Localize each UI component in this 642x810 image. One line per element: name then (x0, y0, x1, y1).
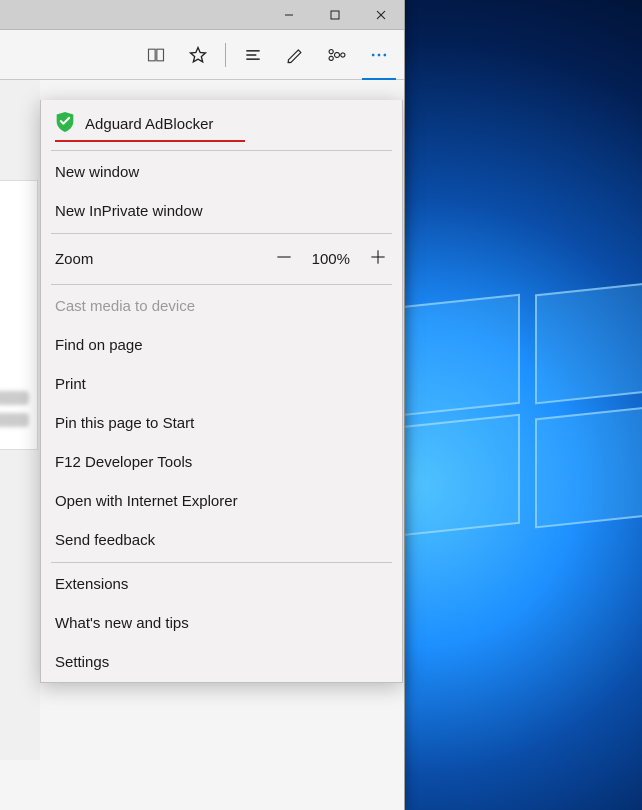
menu-label: Settings (55, 654, 109, 671)
maximize-button[interactable] (312, 0, 358, 30)
extension-label: Adguard AdBlocker (85, 116, 213, 133)
zoom-value: 100% (312, 251, 350, 268)
menu-label: Send feedback (55, 532, 155, 549)
toolbar-divider (225, 43, 226, 67)
menu-separator (51, 150, 392, 151)
menu-feedback[interactable]: Send feedback (41, 521, 402, 560)
menu-label: New InPrivate window (55, 203, 203, 220)
more-menu-flyout: Adguard AdBlocker New window New InPriva… (40, 100, 403, 683)
reading-view-icon[interactable] (137, 35, 175, 75)
menu-find[interactable]: Find on page (41, 326, 402, 365)
more-icon[interactable] (360, 35, 398, 75)
menu-separator (51, 562, 392, 563)
windows-logo (400, 300, 642, 540)
menu-label: Cast media to device (55, 298, 195, 315)
menu-extension-item[interactable]: Adguard AdBlocker (41, 100, 402, 148)
menu-separator (51, 233, 392, 234)
menu-new-inprivate[interactable]: New InPrivate window (41, 192, 402, 231)
share-icon[interactable] (318, 35, 356, 75)
menu-label: Extensions (55, 576, 128, 593)
zoom-in-button[interactable] (368, 247, 388, 271)
menu-whatsnew[interactable]: What's new and tips (41, 604, 402, 643)
menu-label: Print (55, 376, 86, 393)
menu-open-ie[interactable]: Open with Internet Explorer (41, 482, 402, 521)
zoom-label: Zoom (55, 251, 93, 268)
menu-print[interactable]: Print (41, 365, 402, 404)
titlebar (0, 0, 404, 30)
menu-devtools[interactable]: F12 Developer Tools (41, 443, 402, 482)
menu-label: Pin this page to Start (55, 415, 194, 432)
close-button[interactable] (358, 0, 404, 30)
favorites-icon[interactable] (179, 35, 217, 75)
highlight-underline (55, 140, 245, 142)
page-content-peek (0, 80, 40, 760)
menu-new-window[interactable]: New window (41, 153, 402, 192)
shield-icon (55, 111, 75, 137)
menu-cast: Cast media to device (41, 287, 402, 326)
menu-label: F12 Developer Tools (55, 454, 192, 471)
toolbar (0, 30, 404, 80)
menu-settings[interactable]: Settings (41, 643, 402, 682)
webnote-icon[interactable] (276, 35, 314, 75)
menu-label: Open with Internet Explorer (55, 493, 238, 510)
menu-label: New window (55, 164, 139, 181)
minimize-button[interactable] (266, 0, 312, 30)
zoom-out-button[interactable] (274, 247, 294, 271)
hub-icon[interactable] (234, 35, 272, 75)
menu-label: Find on page (55, 337, 143, 354)
menu-separator (51, 284, 392, 285)
menu-zoom-row: Zoom 100% (41, 236, 402, 282)
menu-pin[interactable]: Pin this page to Start (41, 404, 402, 443)
menu-label: What's new and tips (55, 615, 189, 632)
menu-extensions[interactable]: Extensions (41, 565, 402, 604)
edge-browser-window: Adguard AdBlocker New window New InPriva… (0, 0, 405, 810)
